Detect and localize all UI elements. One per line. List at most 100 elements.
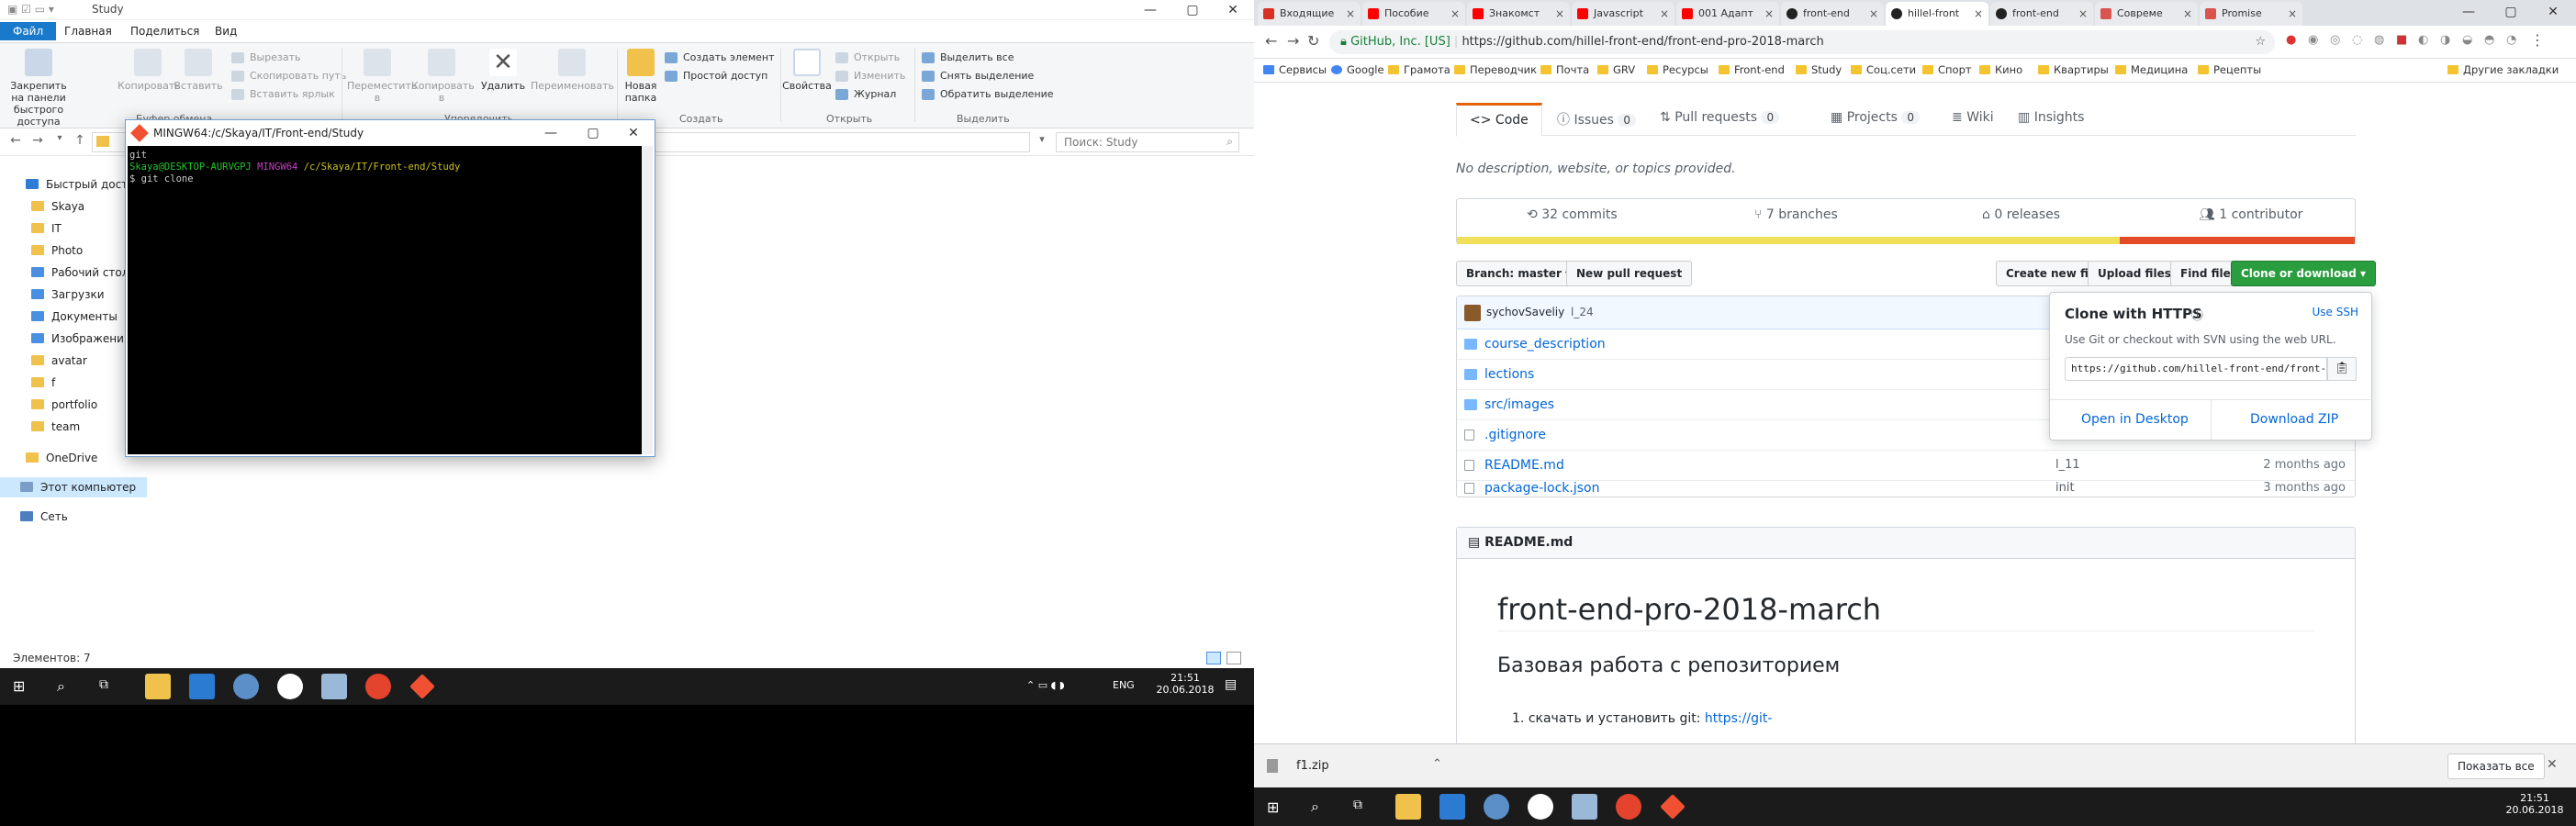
vscode-taskbar-icon[interactable] <box>1439 794 1465 820</box>
extension-icon[interactable]: ◎ <box>2330 33 2340 47</box>
extension-icon[interactable]: ◍ <box>2374 33 2384 47</box>
close-tab-icon[interactable]: × <box>1974 2 1983 26</box>
file-name[interactable]: README.md <box>1484 458 1564 473</box>
up-arrow-icon[interactable]: ↑ <box>70 133 90 151</box>
bookmark[interactable]: Рецепты <box>2198 63 2261 76</box>
nav-item[interactable]: Документы <box>31 307 118 327</box>
clone-or-download-button[interactable]: Clone or download ▾ <box>2231 261 2377 286</box>
copy-to-button[interactable]: Копировать в <box>411 43 475 104</box>
extension-icon[interactable]: ● <box>2286 33 2296 47</box>
bookmark[interactable]: Медицина <box>2115 63 2188 76</box>
large-icons-view-icon[interactable] <box>1226 652 1241 664</box>
extension-icon[interactable]: ◑ <box>2440 33 2450 47</box>
bookmark[interactable]: Переводчик <box>1454 63 1537 76</box>
extension-icon[interactable]: ◌ <box>2352 33 2362 47</box>
help-icon[interactable]: ⓘ <box>2191 306 2203 323</box>
bookmark[interactable]: Спорт <box>1922 63 1972 76</box>
close-tab-icon[interactable]: × <box>2288 2 2297 26</box>
clipboard-icon[interactable]: 📋︎ <box>2327 357 2357 381</box>
file-name[interactable]: course_description <box>1484 337 1606 352</box>
minimize-icon[interactable]: — <box>1129 0 1171 20</box>
windows-start-icon[interactable]: ⊞ <box>13 679 28 694</box>
task-view-icon[interactable]: ⧉ <box>99 677 108 692</box>
browser-tab[interactable]: Javascript × <box>1572 2 1674 26</box>
extension-icon[interactable]: ◒ <box>2462 33 2472 47</box>
maximize-icon[interactable]: ▢ <box>1171 0 1214 20</box>
file-explorer-taskbar-icon[interactable] <box>145 674 171 699</box>
tray-icons[interactable]: ⌃ ▭ ◖ ◗ <box>1026 679 1065 691</box>
forward-arrow-icon[interactable]: → <box>28 133 48 151</box>
file-name[interactable]: lections <box>1484 367 1534 382</box>
contributors-link[interactable]: 👥︎ 1 contributor <box>2199 207 2302 222</box>
tab-file[interactable]: Файл <box>0 22 57 40</box>
terminal-scrollbar[interactable] <box>642 146 653 454</box>
invert-selection-button[interactable]: Обратить выделение <box>920 85 1054 104</box>
reload-icon[interactable]: ↻ <box>1307 32 1319 50</box>
copy-button[interactable]: Копировать <box>118 43 181 92</box>
close-tab-icon[interactable]: × <box>1346 2 1355 26</box>
file-explorer-taskbar-icon[interactable] <box>1395 794 1421 820</box>
refresh-icon[interactable] <box>1034 133 1054 151</box>
app-taskbar-icon[interactable] <box>1528 794 1553 820</box>
bookmark[interactable]: Google <box>1331 63 1384 76</box>
delete-button[interactable]: ✕ Удалить <box>476 43 531 92</box>
chevron-up-icon[interactable]: ⌃ <box>1432 757 1442 771</box>
properties-button[interactable]: Свойства <box>782 43 832 92</box>
nav-item[interactable]: team <box>31 417 80 437</box>
history-button[interactable]: Журнал <box>834 85 896 104</box>
open-button[interactable]: Открыть <box>834 49 900 67</box>
extension-icon[interactable]: ◓ <box>2484 33 2494 47</box>
close-tab-icon[interactable]: × <box>1869 2 1878 26</box>
extension-icon[interactable]: ◐ <box>2418 33 2428 47</box>
file-name[interactable]: src/images <box>1484 397 1554 412</box>
bookmark-apps[interactable]: Сервисы <box>1263 63 1327 76</box>
minimize-icon[interactable]: — <box>2447 2 2490 22</box>
move-to-button[interactable]: Переместить в <box>347 43 417 104</box>
bookmark[interactable]: Грамота <box>1388 63 1450 76</box>
tab-home[interactable]: Главная <box>51 22 125 40</box>
browser-tab[interactable]: Совреме × <box>2095 2 2198 26</box>
nav-item[interactable]: Рабочий стол <box>31 262 129 283</box>
browser-tab-active[interactable]: hillel-front × <box>1886 2 1988 26</box>
download-zip-button[interactable]: Download ZIP <box>2250 412 2338 427</box>
bookmark[interactable]: Почта <box>1540 63 1589 76</box>
file-name[interactable]: .gitignore <box>1484 428 1546 442</box>
cut-button[interactable]: Вырезать <box>230 49 300 67</box>
maximize-icon[interactable]: ▢ <box>572 123 614 143</box>
windows-start-icon[interactable]: ⊞ <box>1267 798 1279 816</box>
bookmark[interactable]: GRV <box>1597 63 1635 76</box>
quick-access-toolbar-icon[interactable]: ▣ ☑ ▭ ▾ <box>7 3 54 16</box>
close-tab-icon[interactable]: × <box>1450 2 1460 26</box>
upload-files-button[interactable]: Upload files <box>2088 261 2181 286</box>
tab-pull-requests[interactable]: ⇅ Pull requests 0 <box>1660 110 1780 125</box>
terminal[interactable]: git Skaya@DESKTOP-AURVGPJ MINGW64 /c/Ska… <box>128 146 642 454</box>
file-name[interactable]: package-lock.json <box>1484 481 1600 496</box>
browser-tab[interactable]: front-end × <box>1990 2 2093 26</box>
nav-item[interactable]: Изображения <box>31 329 130 349</box>
bookmark[interactable]: Front-end <box>1719 63 1785 76</box>
back-arrow-icon[interactable]: ← <box>1265 32 1277 50</box>
notepad-taskbar-icon[interactable] <box>321 674 347 699</box>
new-pull-request-button[interactable]: New pull request <box>1566 261 1693 286</box>
browser-tab[interactable]: Promise × <box>2200 2 2302 26</box>
branch-select-button[interactable]: Branch: master ▾ <box>1456 261 1582 286</box>
history-chevron-icon[interactable]: ▾ <box>50 133 70 151</box>
tab-issues[interactable]: ⓘ Issues 0 <box>1557 110 1637 128</box>
maximize-icon[interactable]: ▢ <box>2490 2 2532 22</box>
tab-share[interactable]: Поделиться <box>118 22 212 40</box>
commits-link[interactable]: ⟲ 32 commits <box>1527 207 1618 222</box>
open-in-desktop-button[interactable]: Open in Desktop <box>2081 412 2189 427</box>
bookmark[interactable]: Квартиры <box>2038 63 2109 76</box>
readme-link[interactable]: https://git- <box>1705 711 1773 726</box>
close-icon[interactable]: ✕ <box>2532 2 2574 22</box>
rename-button[interactable]: Переименовать <box>531 43 614 92</box>
browser-tab[interactable]: front-end × <box>1781 2 1884 26</box>
search-icon[interactable]: ⌕ <box>1311 798 1319 816</box>
branches-link[interactable]: ⑂ 7 branches <box>1754 207 1838 222</box>
commit-message[interactable]: l_24 <box>1571 306 1594 318</box>
close-tab-icon[interactable]: × <box>1555 2 1564 26</box>
search-input[interactable]: Поиск: Study ⌕ <box>1056 132 1239 152</box>
browser-taskbar-icon[interactable] <box>233 674 259 699</box>
nav-item[interactable]: IT <box>31 218 62 239</box>
nav-item[interactable]: Photo <box>31 240 83 261</box>
